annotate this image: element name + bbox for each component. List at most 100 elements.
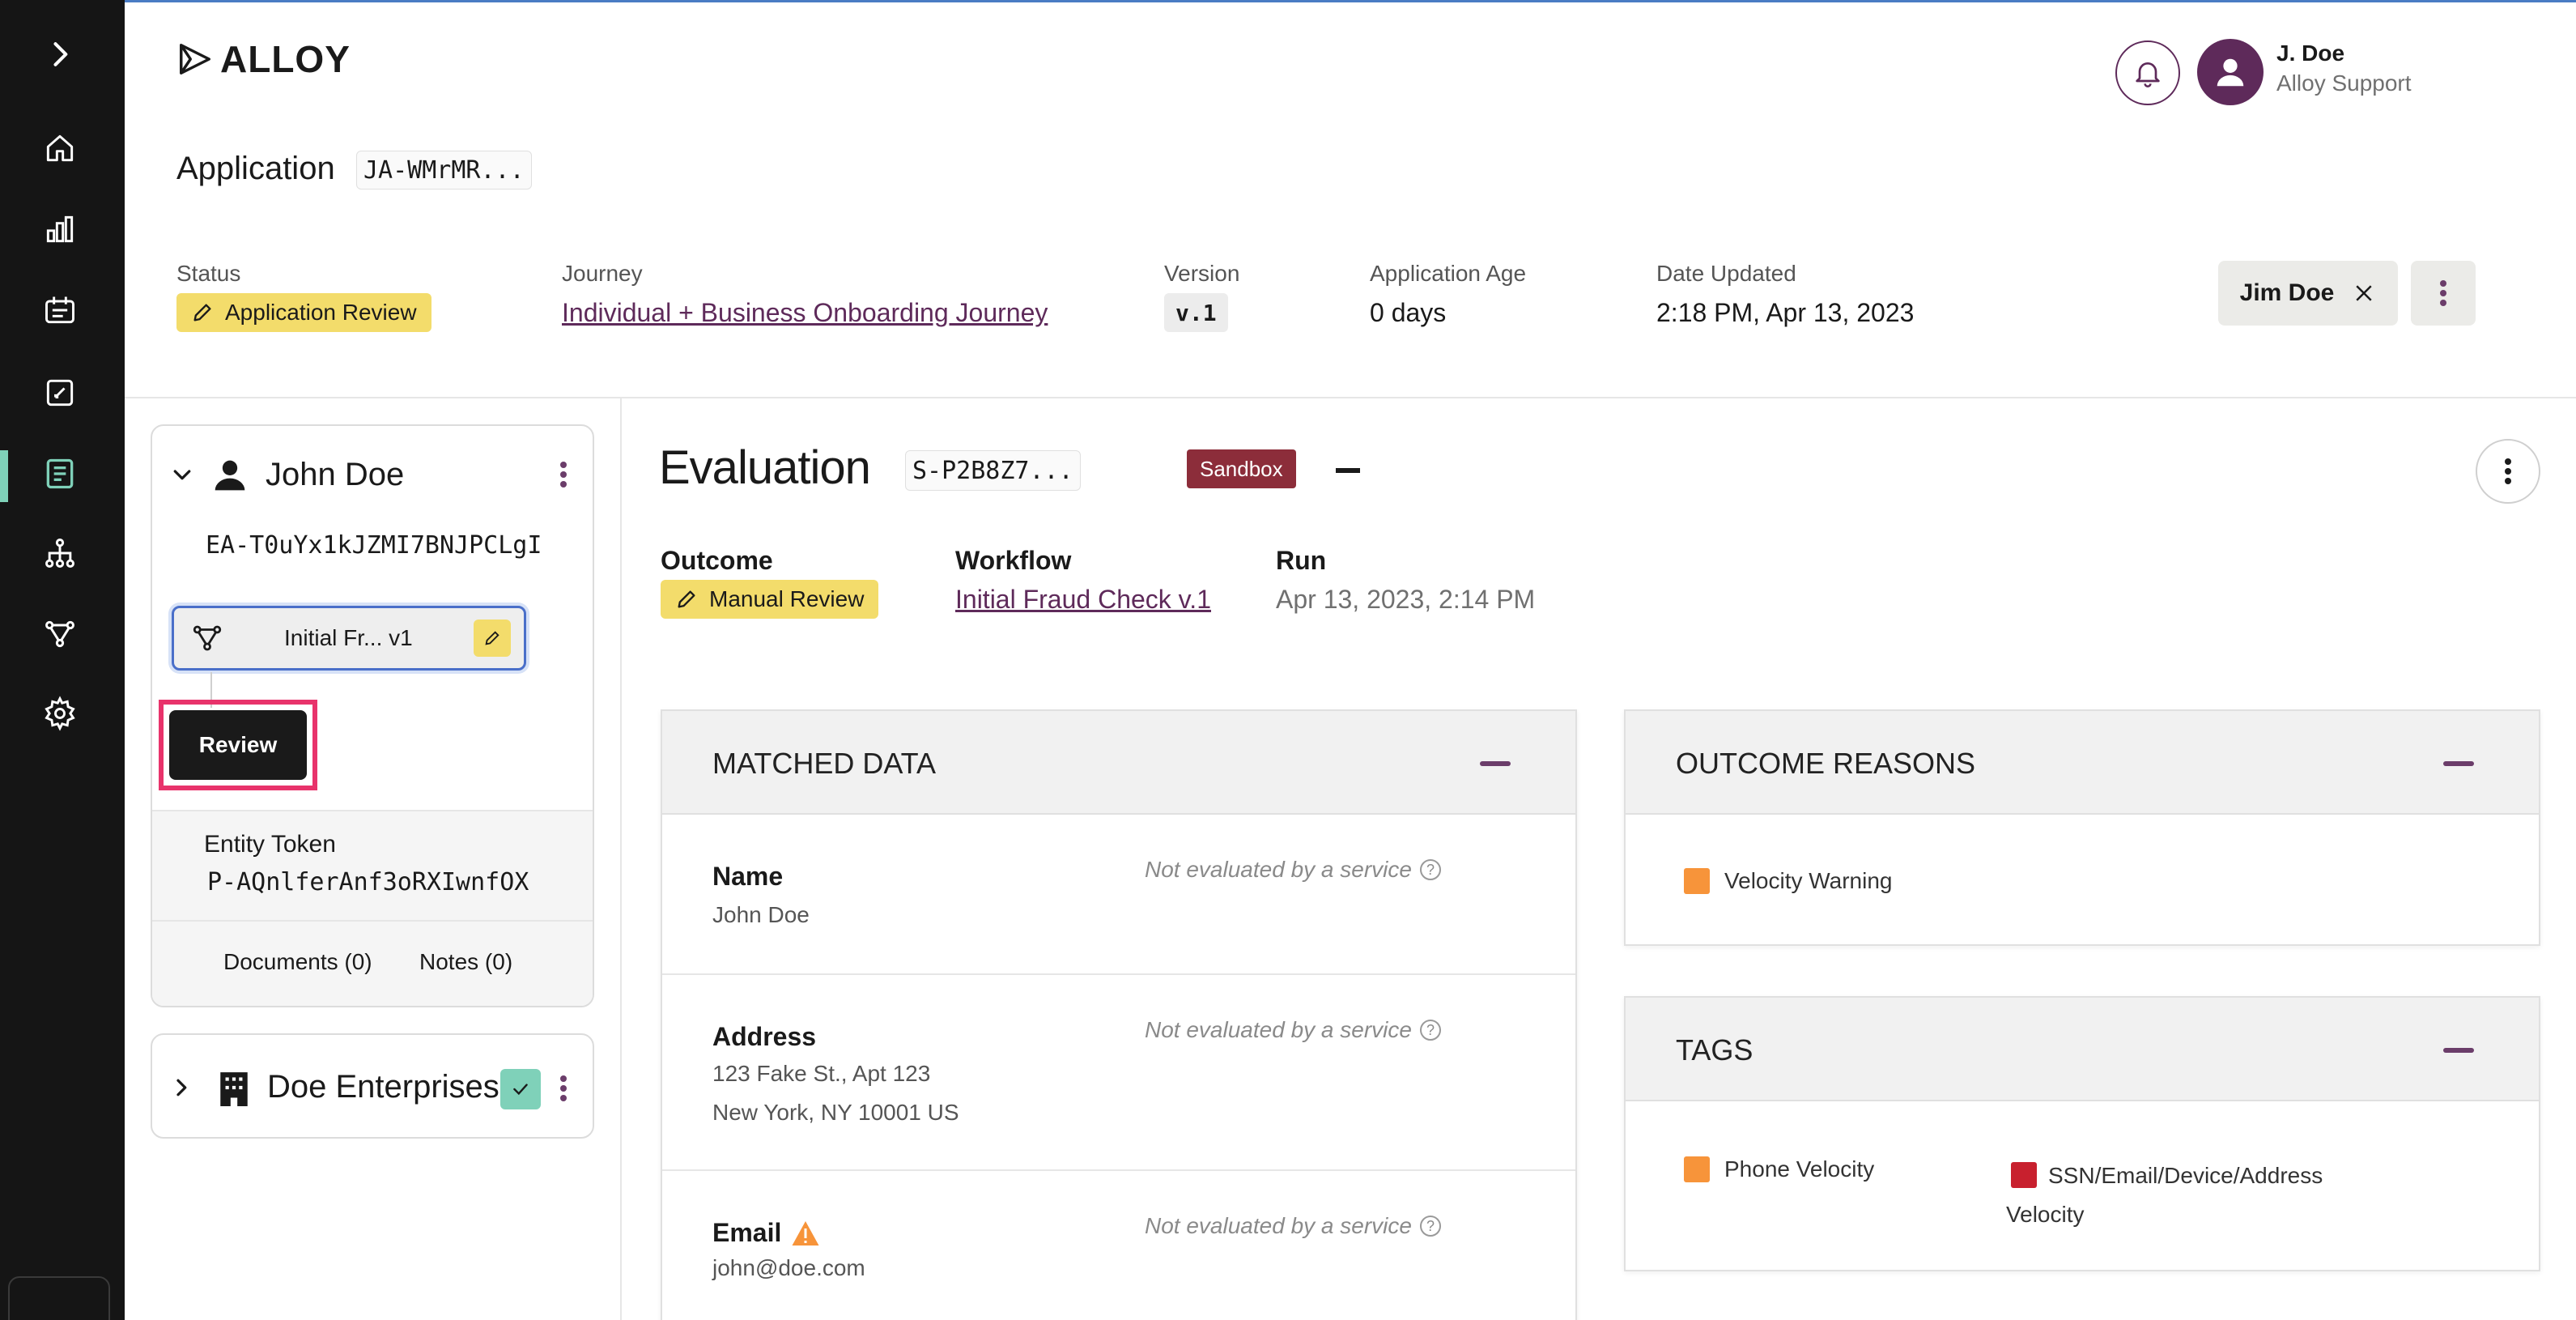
not-evaluated-note: Not evaluated by a service? (1145, 1213, 1441, 1239)
workflow-icon (193, 625, 222, 651)
person-icon (215, 460, 245, 490)
pencil-icon (485, 631, 499, 645)
evaluation-more-button[interactable] (2476, 439, 2540, 504)
warning-icon (792, 1220, 819, 1245)
collapse-matched-data-button[interactable] (1480, 761, 1511, 766)
edit-workflow-button[interactable] (474, 620, 511, 657)
workflow-link[interactable]: Initial Fraud Check v.1 (955, 585, 1211, 615)
entity-token-value: P-AQnlferAnf3oRXIwnfOX (207, 868, 529, 896)
entity-card-person: John Doe EA-T0uYx1kJZMI7BNJPCLgI Initial… (151, 424, 594, 1007)
workflow-icon[interactable] (38, 612, 82, 656)
address-line-1: 123 Fake St., Apt 123 (712, 1061, 931, 1086)
status-badge: Application Review (176, 293, 431, 332)
sandbox-badge: Sandbox (1187, 449, 1296, 488)
run-value: Apr 13, 2023, 2:14 PM (1276, 585, 1536, 614)
field-name: Name (712, 862, 784, 891)
tags-panel: TAGS Phone Velocity SSN/Email/Device/Add… (1624, 996, 2540, 1271)
reason-color-swatch (1684, 868, 1710, 894)
pencil-icon (678, 590, 695, 608)
hierarchy-icon[interactable] (38, 531, 82, 575)
outcome-reasons-panel: OUTCOME REASONS Velocity Warning (1624, 709, 2540, 946)
application-more-button[interactable] (2411, 261, 2476, 326)
workflow-label: Workflow (955, 546, 1072, 575)
kebab-icon (2505, 458, 2511, 484)
business-name: Doe Enterprises (267, 1069, 499, 1105)
pencil-icon (193, 304, 211, 321)
notifications-bell-icon[interactable] (2115, 40, 2180, 105)
user-avatar[interactable] (2197, 39, 2264, 105)
matched-data-title: MATCHED DATA (712, 747, 936, 780)
outcome-reasons-title: OUTCOME REASONS (1676, 747, 1976, 780)
collapse-outcome-reasons-button[interactable] (2443, 761, 2474, 766)
column-divider (620, 397, 622, 1320)
page-title: Application (176, 151, 335, 186)
user-name: J. Doe (2276, 40, 2345, 66)
active-nav-indicator (0, 450, 8, 502)
assignee-chip[interactable]: Jim Doe (2218, 261, 2398, 326)
documents-link[interactable]: Documents (0) (223, 949, 372, 975)
help-icon[interactable] (8, 1276, 110, 1320)
not-evaluated-note: Not evaluated by a service? (1145, 857, 1441, 883)
journey-link[interactable]: Individual + Business Onboarding Journey (562, 298, 1048, 328)
edit-icon[interactable] (38, 371, 82, 415)
collapse-tags-button[interactable] (2443, 1048, 2474, 1053)
window-top-accent (0, 0, 2576, 2)
tag-item: SSN/Email/Device/Address Velocity (2006, 1162, 2323, 1227)
user-org: Alloy Support (2276, 70, 2412, 96)
entity-id: EA-T0uYx1kJZMI7BNJPCLgI (206, 531, 542, 560)
expand-nav-icon[interactable] (38, 32, 82, 76)
matched-row-name: Name John Doe Not evaluated by a service… (662, 815, 1575, 975)
entity-card-business[interactable]: Doe Enterprises (151, 1033, 594, 1139)
review-button[interactable]: Review (169, 710, 307, 780)
home-icon[interactable] (38, 126, 82, 170)
workflow-chip[interactable]: Initial Fr... v1 (172, 606, 526, 671)
journey-label: Journey (562, 261, 643, 286)
tag-color-swatch (1684, 1156, 1710, 1182)
queue-icon[interactable] (38, 288, 82, 332)
outcome-label: Outcome (661, 546, 773, 575)
building-icon (220, 1072, 248, 1106)
matched-row-email: Email john@doe.com Not evaluated by a se… (662, 1171, 1575, 1320)
not-evaluated-note: Not evaluated by a service? (1145, 1017, 1441, 1043)
field-value: John Doe (712, 902, 810, 927)
tag-item: Phone Velocity (1684, 1156, 1874, 1182)
entity-kebab-icon[interactable] (559, 460, 568, 489)
run-label: Run (1276, 546, 1327, 575)
version-chip: v.1 (1164, 293, 1228, 332)
dash-mark (1336, 468, 1360, 473)
help-circle-icon[interactable]: ? (1419, 859, 1441, 880)
header-divider (125, 397, 2576, 398)
evaluation-id[interactable]: S-P2B8Z7... (905, 450, 1081, 491)
close-icon[interactable] (2352, 281, 2376, 305)
date-updated-label: Date Updated (1656, 261, 1796, 286)
kebab-icon (2440, 280, 2446, 306)
applications-icon[interactable] (38, 452, 82, 496)
chevron-right-icon[interactable] (170, 1075, 194, 1100)
workflow-chip-label: Initial Fr... v1 (284, 625, 413, 650)
brand-name: ALLOY (220, 38, 351, 80)
documents-notes-row: Documents (0) Notes (0) (152, 920, 593, 1006)
analytics-icon[interactable] (38, 207, 82, 251)
business-kebab-icon[interactable] (559, 1074, 568, 1103)
application-id[interactable]: JA-WMrMR... (356, 151, 532, 189)
review-highlight: Review (159, 700, 317, 790)
settings-gear-icon[interactable] (38, 692, 82, 735)
tag-color-swatch (2011, 1162, 2037, 1188)
side-nav-rail (0, 0, 125, 1320)
help-circle-icon[interactable]: ? (1419, 1020, 1441, 1041)
entity-name: John Doe (266, 457, 405, 492)
outcome-badge: Manual Review (661, 580, 879, 619)
evaluation-title: Evaluation (659, 441, 871, 494)
entity-token-label: Entity Token (204, 831, 336, 858)
help-circle-icon[interactable]: ? (1419, 1216, 1441, 1237)
notes-link[interactable]: Notes (0) (419, 949, 512, 975)
application-age-value: 0 days (1370, 298, 1447, 327)
chevron-down-icon[interactable] (170, 463, 194, 488)
address-line-2: New York, NY 10001 US (712, 1100, 959, 1125)
field-email: Email (712, 1218, 820, 1248)
field-address: Address (712, 1022, 817, 1051)
version-label: Version (1164, 261, 1240, 286)
reason-item: Velocity Warning (1684, 868, 1893, 894)
alloy-logo: ALLOY (176, 38, 351, 80)
email-value: john@doe.com (712, 1255, 865, 1280)
